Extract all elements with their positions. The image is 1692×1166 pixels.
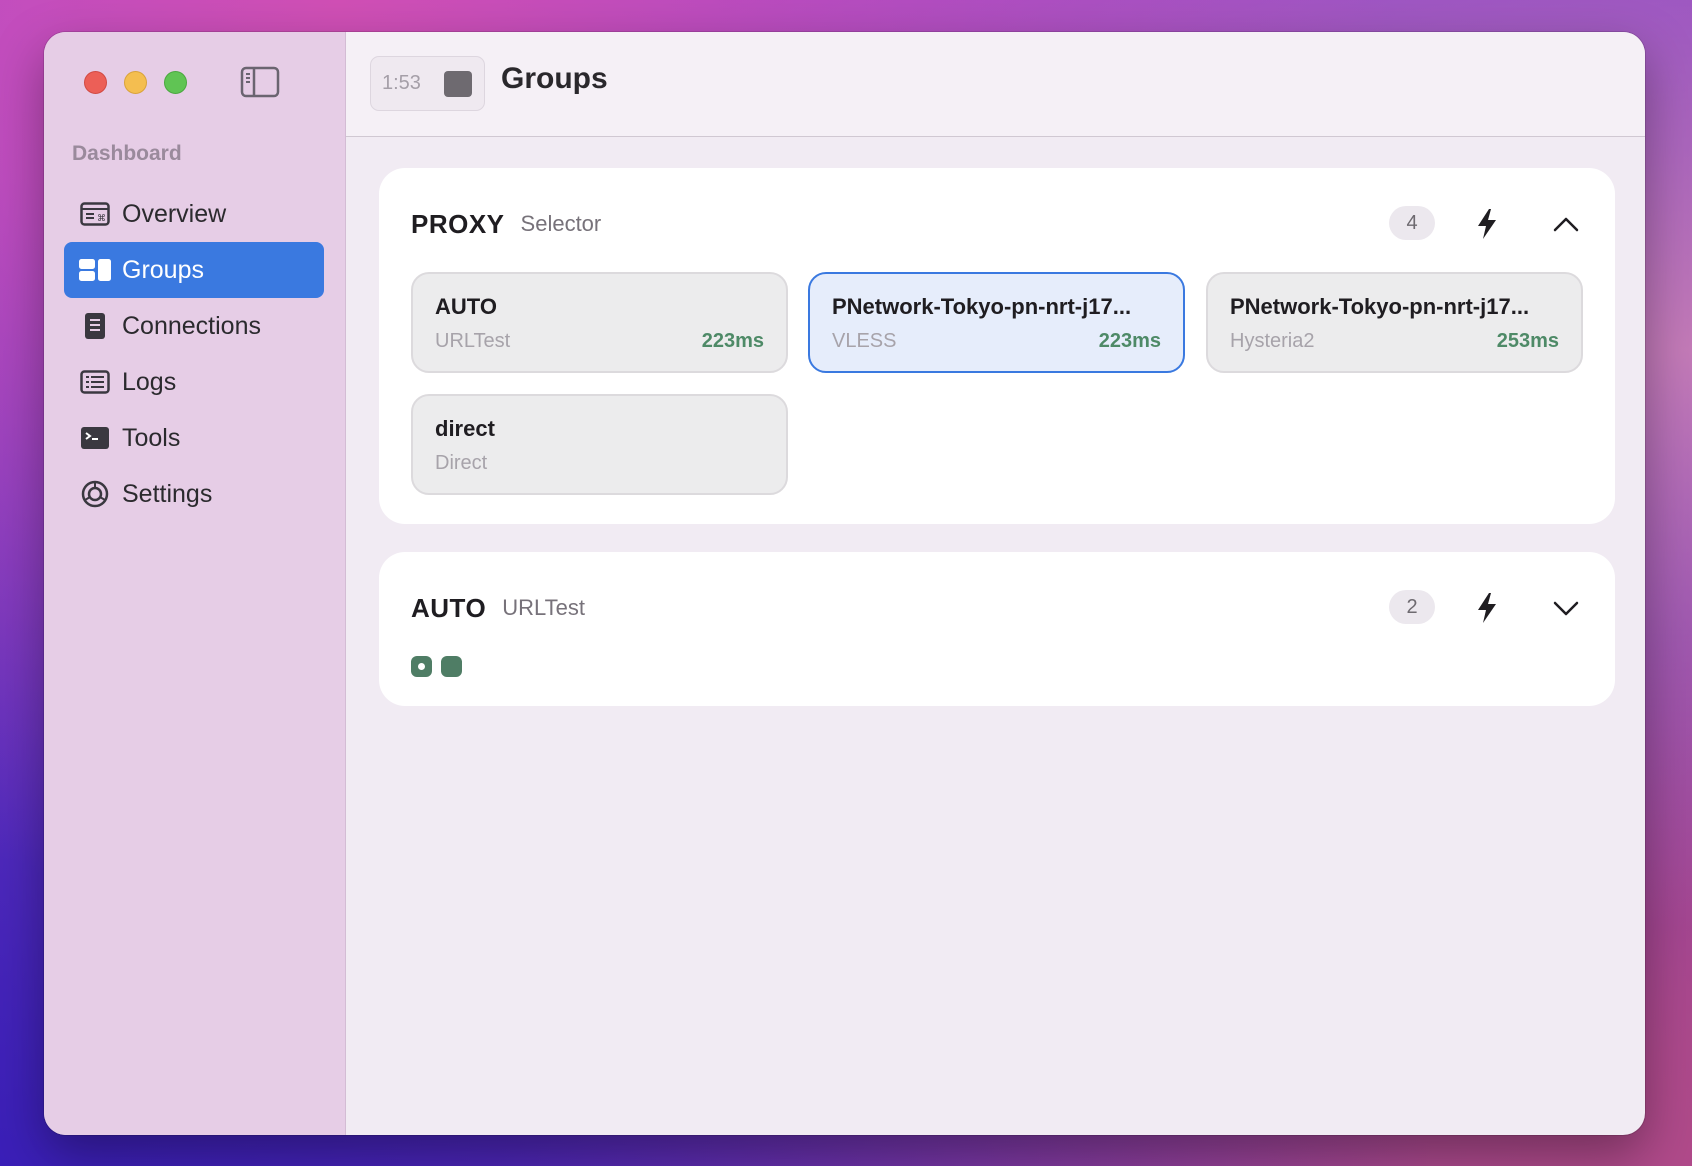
node-name: PNetwork-Tokyo-pn-nrt-j17...	[1230, 294, 1530, 319]
sidebar-item-label: Logs	[122, 367, 177, 396]
sidebar-item-logs[interactable]: Logs	[64, 354, 324, 410]
node-status-dots	[411, 656, 462, 677]
sidebar-item-label: Overview	[122, 199, 227, 228]
session-timer: 1:53	[370, 56, 485, 111]
node-name: AUTO	[435, 294, 497, 319]
group-type: URLTest	[502, 595, 585, 620]
timer-text: 1:53	[382, 72, 421, 94]
node-delay: 223ms	[701, 330, 764, 352]
chevron-up-icon	[1553, 217, 1579, 232]
zoom-window-button[interactable]	[164, 71, 187, 94]
sidebar-item-label: Groups	[122, 255, 204, 284]
node-name: PNetwork-Tokyo-pn-nrt-j17...	[832, 294, 1132, 319]
proxy-node[interactable]: AUTO URLTest 223ms	[411, 272, 788, 373]
node-type: Direct	[435, 452, 488, 474]
node-type: URLTest	[435, 330, 511, 352]
group-card-auto: AUTO URLTest 2	[379, 552, 1615, 706]
bolt-icon	[1478, 593, 1496, 623]
app-window: Dashboard ⌘ Overview Groups Connections …	[44, 32, 1645, 1135]
page-title: Groups	[501, 62, 608, 95]
proxy-node[interactable]: PNetwork-Tokyo-pn-nrt-j17... Hysteria2 2…	[1206, 272, 1583, 373]
group-card-proxy: PROXY Selector 4 AUTO URLTest 223ms PNet…	[379, 168, 1615, 524]
toolbar: 1:53 Groups	[346, 32, 1645, 137]
connections-icon	[78, 312, 112, 340]
bolt-icon	[1478, 209, 1496, 239]
sidebar: Dashboard ⌘ Overview Groups Connections …	[44, 32, 346, 1135]
node-count-badge: 4	[1389, 206, 1435, 240]
overview-icon: ⌘	[78, 200, 112, 228]
proxy-node-selected[interactable]: PNetwork-Tokyo-pn-nrt-j17... VLESS 223ms	[808, 272, 1185, 373]
collapse-button[interactable]	[1549, 206, 1583, 242]
group-header: AUTO URLTest 2	[411, 586, 1583, 630]
latency-test-button[interactable]	[1469, 588, 1505, 628]
gear-icon	[78, 480, 112, 508]
sidebar-item-label: Tools	[122, 423, 181, 452]
sidebar-item-tools[interactable]: Tools	[64, 410, 324, 466]
minimize-window-button[interactable]	[124, 71, 147, 94]
proxy-node[interactable]: direct Direct	[411, 394, 788, 495]
close-window-button[interactable]	[84, 71, 107, 94]
node-type: VLESS	[832, 330, 897, 352]
svg-text:⌘: ⌘	[97, 214, 106, 224]
sidebar-item-label: Settings	[122, 479, 213, 508]
stop-button[interactable]	[444, 71, 472, 97]
main-content: 1:53 Groups PROXY Selector 4 AUTO URLTes…	[346, 32, 1645, 1135]
group-header: PROXY Selector 4	[411, 202, 1583, 246]
window-controls	[84, 71, 187, 94]
sidebar-item-groups[interactable]: Groups	[64, 242, 324, 298]
node-name: direct	[435, 416, 495, 441]
node-delay: 253ms	[1496, 330, 1559, 352]
group-name: PROXY	[411, 208, 505, 239]
group-type: Selector	[520, 211, 602, 236]
expand-button[interactable]	[1549, 590, 1583, 626]
sidebar-item-overview[interactable]: ⌘ Overview	[64, 186, 324, 242]
node-delay: 223ms	[1098, 330, 1161, 352]
chevron-down-icon	[1553, 601, 1579, 616]
sidebar-toggle-icon[interactable]	[240, 66, 280, 98]
groups-icon	[78, 256, 112, 284]
latency-test-button[interactable]	[1469, 204, 1505, 244]
node-type: Hysteria2	[1230, 330, 1315, 352]
logs-icon	[78, 368, 112, 396]
group-name: AUTO	[411, 592, 487, 623]
sidebar-nav: ⌘ Overview Groups Connections Logs Tools…	[64, 186, 324, 522]
terminal-icon	[78, 424, 112, 452]
node-count-badge: 2	[1389, 590, 1435, 624]
sidebar-item-label: Connections	[122, 311, 261, 340]
node-dot-selected[interactable]	[411, 656, 432, 677]
sidebar-item-connections[interactable]: Connections	[64, 298, 324, 354]
sidebar-item-settings[interactable]: Settings	[64, 466, 324, 522]
node-dot[interactable]	[441, 656, 462, 677]
sidebar-section-dashboard: Dashboard	[72, 142, 182, 165]
